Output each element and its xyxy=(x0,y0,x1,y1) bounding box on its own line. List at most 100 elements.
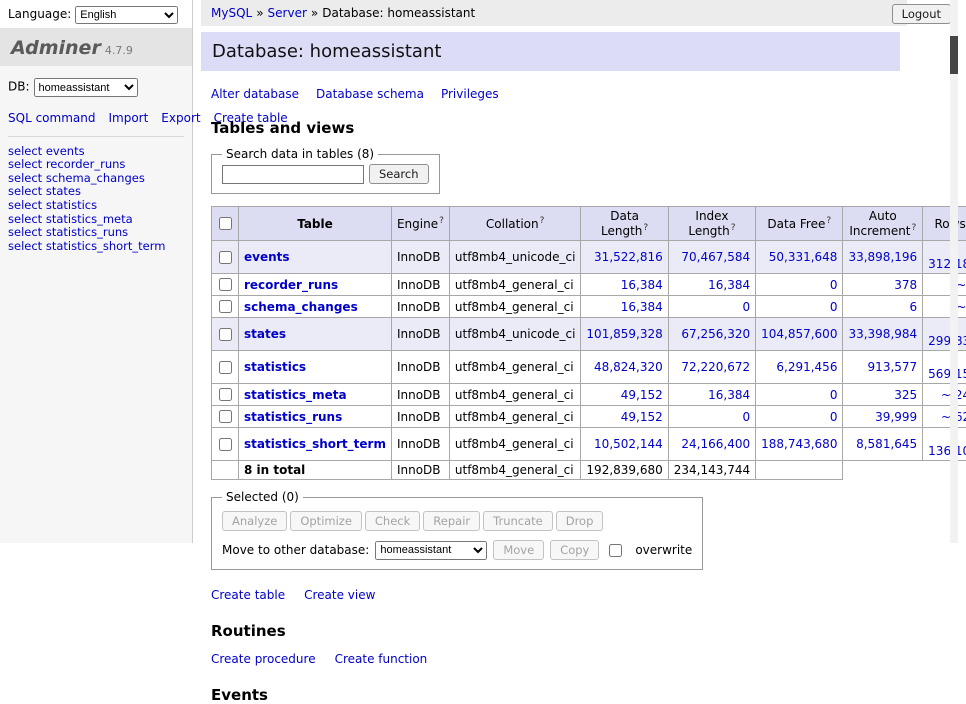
auto-increment-link[interactable]: 33,898,196 xyxy=(848,250,917,264)
table-name-link[interactable]: schema_changes xyxy=(244,300,358,314)
sidebar-import-link[interactable]: Import xyxy=(108,111,148,125)
data-length-link[interactable]: 101,859,328 xyxy=(586,327,662,341)
table-name-link[interactable]: statistics_meta xyxy=(244,388,347,402)
sidebar-select-statistics-runs-link[interactable]: select statistics_runs xyxy=(8,225,128,239)
sidebar-select-events-link[interactable]: select events xyxy=(8,144,85,158)
help-link[interactable]: ? xyxy=(731,223,736,233)
overwrite-label[interactable]: overwrite xyxy=(635,543,692,557)
data-free-link[interactable]: 0 xyxy=(830,410,838,424)
rows-count-link[interactable]: ~ 299,833 xyxy=(928,320,966,348)
row-checkbox[interactable] xyxy=(219,410,232,423)
language-select[interactable]: English xyxy=(75,6,178,24)
index-length-link[interactable]: 70,467,584 xyxy=(681,250,750,264)
rows-count-link[interactable]: ~ 136,108 xyxy=(928,430,966,458)
help-link[interactable]: ? xyxy=(826,216,831,226)
sidebar-select-statistics-link[interactable]: select statistics xyxy=(8,198,97,212)
help-link[interactable]: ? xyxy=(643,223,648,233)
table-name-link[interactable]: statistics_short_term xyxy=(244,437,386,451)
help-link[interactable]: ? xyxy=(912,223,917,233)
sidebar-select-states-link[interactable]: select states xyxy=(8,184,81,198)
index-length-link[interactable]: 72,220,672 xyxy=(681,360,750,374)
create-table-link[interactable]: Create table xyxy=(211,588,285,602)
column-header-rows: Rows? xyxy=(923,207,966,241)
optimize-button[interactable]: Optimize xyxy=(290,511,362,531)
move-database-select[interactable]: homeassistant xyxy=(375,541,487,560)
rows-count-link[interactable]: ~ 569,159 xyxy=(928,353,966,381)
sidebar-select-schema-changes-link[interactable]: select schema_changes xyxy=(8,171,145,185)
search-button[interactable]: Search xyxy=(369,164,429,184)
help-link[interactable]: ? xyxy=(540,216,545,226)
data-free-link[interactable]: 6,291,456 xyxy=(776,360,837,374)
search-input[interactable] xyxy=(222,165,364,184)
auto-increment-link[interactable]: 325 xyxy=(894,388,917,402)
db-select[interactable]: homeassistant xyxy=(34,78,138,97)
move-button[interactable]: Move xyxy=(493,540,544,560)
sidebar-sql-command-link[interactable]: SQL command xyxy=(8,111,95,125)
create-procedure-link[interactable]: Create procedure xyxy=(211,652,316,666)
data-length-link[interactable]: 31,522,816 xyxy=(594,250,663,264)
table-row: statistics_short_term InnoDB utf8mb4_gen… xyxy=(212,428,966,461)
sidebar-select-recorder-runs-link[interactable]: select recorder_runs xyxy=(8,157,125,171)
index-length-link[interactable]: 67,256,320 xyxy=(681,327,750,341)
data-free-link[interactable]: 0 xyxy=(830,300,838,314)
logout-button[interactable]: Logout xyxy=(892,4,951,24)
drop-button[interactable]: Drop xyxy=(556,511,604,531)
index-length-link[interactable]: 16,384 xyxy=(708,278,750,292)
overwrite-checkbox[interactable] xyxy=(609,544,622,557)
table-name-link[interactable]: events xyxy=(244,250,290,264)
index-length-link[interactable]: 24,166,400 xyxy=(681,437,750,451)
alter-database-link[interactable]: Alter database xyxy=(211,87,299,101)
data-length-link[interactable]: 10,502,144 xyxy=(594,437,663,451)
database-schema-link[interactable]: Database schema xyxy=(316,87,424,101)
sidebar-select-statistics-meta-link[interactable]: select statistics_meta xyxy=(8,212,133,226)
data-free-link[interactable]: 0 xyxy=(830,388,838,402)
row-checkbox[interactable] xyxy=(219,300,232,313)
data-length-link[interactable]: 48,824,320 xyxy=(594,360,663,374)
row-checkbox[interactable] xyxy=(219,328,232,341)
copy-button[interactable]: Copy xyxy=(550,540,599,560)
auto-increment-link[interactable]: 378 xyxy=(894,278,917,292)
data-length-link[interactable]: 49,152 xyxy=(621,410,663,424)
row-checkbox[interactable] xyxy=(219,361,232,374)
list-item: select statistics_short_term xyxy=(8,239,184,253)
row-checkbox[interactable] xyxy=(219,438,232,451)
index-length-link[interactable]: 16,384 xyxy=(708,388,750,402)
auto-increment-link[interactable]: 39,999 xyxy=(875,410,917,424)
auto-increment-link[interactable]: 913,577 xyxy=(868,360,918,374)
rows-count-link[interactable]: ~ 312,180 xyxy=(928,243,966,271)
breadcrumb-mysql-link[interactable]: MySQL xyxy=(211,6,252,20)
scrollbar-track[interactable] xyxy=(950,0,958,543)
data-length-link[interactable]: 49,152 xyxy=(621,388,663,402)
row-checkbox[interactable] xyxy=(219,388,232,401)
data-length-link[interactable]: 16,384 xyxy=(621,300,663,314)
create-function-link[interactable]: Create function xyxy=(335,652,428,666)
analyze-button[interactable]: Analyze xyxy=(222,511,287,531)
row-checkbox[interactable] xyxy=(219,251,232,264)
data-free-link[interactable]: 50,331,648 xyxy=(769,250,838,264)
help-link[interactable]: ? xyxy=(439,216,444,226)
data-length-link[interactable]: 16,384 xyxy=(621,278,663,292)
select-all-checkbox[interactable] xyxy=(219,217,232,230)
sidebar-select-statistics-short-term-link[interactable]: select statistics_short_term xyxy=(8,239,165,253)
table-name-link[interactable]: states xyxy=(244,327,286,341)
table-name-link[interactable]: statistics xyxy=(244,360,306,374)
data-free-link[interactable]: 0 xyxy=(830,278,838,292)
auto-increment-link[interactable]: 6 xyxy=(910,300,918,314)
truncate-button[interactable]: Truncate xyxy=(483,511,553,531)
scrollbar-thumb[interactable] xyxy=(950,36,958,74)
repair-button[interactable]: Repair xyxy=(423,511,480,531)
index-length-link[interactable]: 0 xyxy=(742,410,750,424)
row-checkbox[interactable] xyxy=(219,278,232,291)
create-view-link[interactable]: Create view xyxy=(304,588,375,602)
auto-increment-link[interactable]: 33,398,984 xyxy=(848,327,917,341)
total-spacer-cell xyxy=(843,461,966,480)
auto-increment-link[interactable]: 8,581,645 xyxy=(856,437,917,451)
check-button[interactable]: Check xyxy=(365,511,420,531)
table-name-link[interactable]: recorder_runs xyxy=(244,278,338,292)
privileges-link[interactable]: Privileges xyxy=(441,87,499,101)
breadcrumb-server-link[interactable]: Server xyxy=(268,6,307,20)
table-name-link[interactable]: statistics_runs xyxy=(244,410,342,424)
index-length-link[interactable]: 0 xyxy=(742,300,750,314)
data-free-link[interactable]: 104,857,600 xyxy=(761,327,837,341)
data-free-link[interactable]: 188,743,680 xyxy=(761,437,837,451)
